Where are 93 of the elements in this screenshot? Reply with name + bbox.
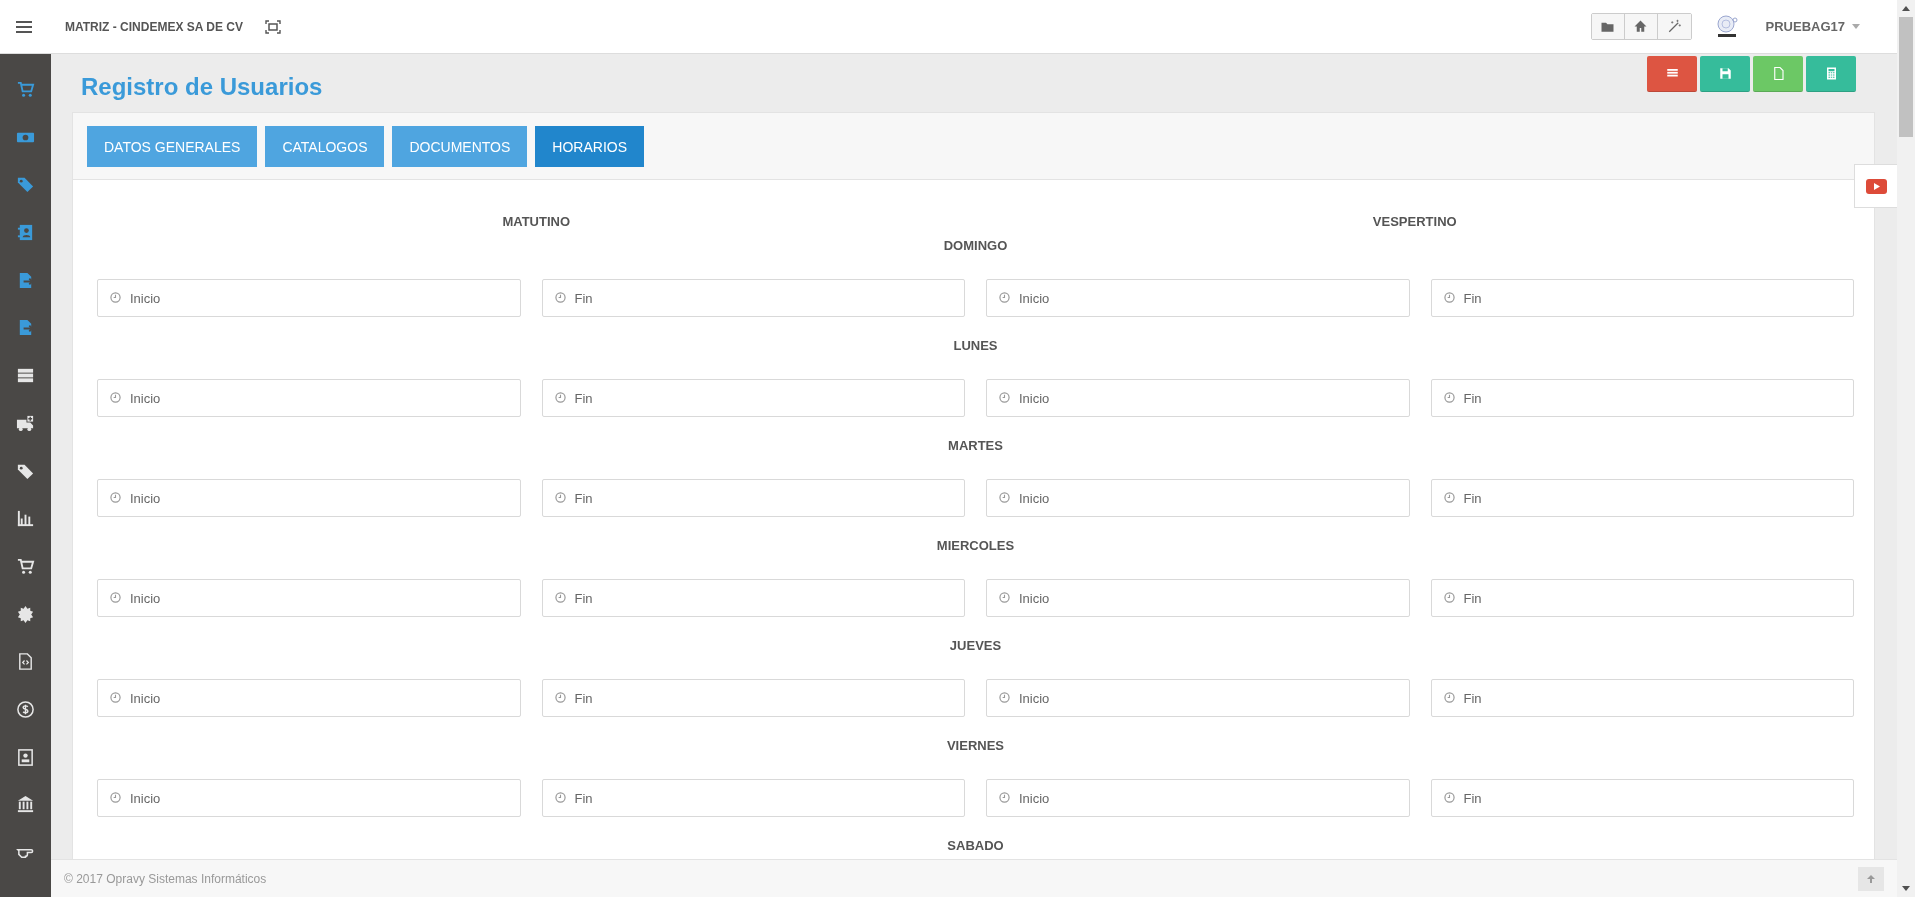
toolbar-button[interactable]: [1624, 14, 1658, 39]
action-button[interactable]: [1700, 56, 1750, 92]
home-icon: [1633, 19, 1649, 34]
time-field[interactable]: Fin: [1430, 379, 1854, 417]
day-heading: JUEVES: [949, 638, 1002, 653]
cart-icon[interactable]: [16, 556, 35, 576]
time-field[interactable]: Inicio: [97, 579, 521, 617]
tab[interactable]: HORARIOS: [535, 126, 645, 167]
clock-icon: [1443, 692, 1455, 703]
day-heading: MARTES: [948, 438, 1003, 453]
time-field[interactable]: Inicio: [97, 479, 521, 517]
time-field[interactable]: Fin: [1430, 679, 1854, 717]
tab[interactable]: DATOS GENERALES: [87, 126, 258, 167]
clock-icon: [1443, 592, 1455, 603]
time-field[interactable]: Fin: [541, 279, 965, 317]
time-field[interactable]: Fin: [541, 579, 965, 617]
magic-wand-icon: [1666, 19, 1682, 34]
id-card-icon[interactable]: [16, 747, 35, 767]
time-field[interactable]: Inicio: [986, 779, 1410, 817]
clock-icon: [1443, 792, 1455, 803]
day-heading: VIERNES: [946, 738, 1005, 753]
clock-icon: [110, 492, 121, 503]
clock-icon: [1443, 392, 1455, 403]
video-help-button[interactable]: [1854, 164, 1897, 208]
clock-icon: [554, 692, 566, 703]
action-button[interactable]: [1806, 56, 1856, 92]
toolbar-button[interactable]: [1591, 14, 1625, 39]
clock-icon: [554, 392, 566, 403]
menu-icon[interactable]: [14, 19, 34, 34]
time-field[interactable]: Fin: [1430, 479, 1854, 517]
action-button[interactable]: [1647, 56, 1697, 92]
tab[interactable]: CATALOGOS: [265, 126, 385, 167]
company-name: MATRIZ - CINDEMEX SA DE CV: [65, 19, 243, 34]
scroll-up-arrow-icon[interactable]: [1902, 6, 1910, 11]
clock-icon: [554, 492, 566, 503]
footer-copyright: © 2017 Opravy Sistemas Informáticos: [64, 871, 268, 886]
time-field[interactable]: Fin: [541, 479, 965, 517]
day-heading: DOMINGO: [943, 238, 1008, 253]
cart-icon[interactable]: [16, 80, 35, 99]
clock-icon: [110, 392, 121, 403]
time-field[interactable]: Inicio: [986, 679, 1410, 717]
day-heading: LUNES: [953, 338, 998, 353]
clock-icon: [110, 292, 121, 303]
time-field[interactable]: Inicio: [986, 579, 1410, 617]
clock-icon: [999, 292, 1010, 303]
scroll-top-button[interactable]: [1858, 866, 1884, 891]
code-file-icon[interactable]: [16, 652, 35, 672]
clock-icon: [1443, 292, 1455, 303]
fullscreen-icon[interactable]: [265, 19, 281, 34]
ambulance-icon[interactable]: [16, 413, 35, 433]
clock-icon: [110, 592, 121, 603]
shift-heading: VESPERTINO: [1372, 214, 1457, 229]
clock-icon: [110, 792, 121, 803]
tab[interactable]: DOCUMENTOS: [392, 126, 528, 167]
time-field[interactable]: Fin: [541, 779, 965, 817]
play-icon: [1865, 178, 1887, 194]
clock-icon: [554, 292, 566, 303]
day-heading: SABADO: [947, 838, 1004, 853]
clock-icon: [999, 692, 1010, 703]
time-field[interactable]: Inicio: [97, 379, 521, 417]
time-field[interactable]: Fin: [541, 679, 965, 717]
time-field[interactable]: Inicio: [97, 779, 521, 817]
page-title: Registro de Usuarios: [81, 73, 324, 101]
clock-icon: [999, 792, 1010, 803]
clock-icon: [554, 592, 566, 603]
clock-icon: [999, 592, 1010, 603]
time-field[interactable]: Fin: [1430, 779, 1854, 817]
time-field[interactable]: Fin: [1430, 579, 1854, 617]
clock-icon: [1443, 492, 1455, 503]
scroll-down-arrow-icon[interactable]: [1902, 886, 1910, 891]
clock-icon: [110, 692, 121, 703]
time-field[interactable]: Inicio: [986, 379, 1410, 417]
bank-icon[interactable]: [16, 795, 35, 815]
day-heading: MIERCOLES: [936, 538, 1015, 553]
caret-icon: [1852, 24, 1860, 29]
time-field[interactable]: Inicio: [986, 279, 1410, 317]
time-field[interactable]: Inicio: [97, 279, 521, 317]
time-field[interactable]: Fin: [541, 379, 965, 417]
time-field[interactable]: Fin: [1430, 279, 1854, 317]
clock-icon: [554, 792, 566, 803]
clock-icon: [999, 392, 1010, 403]
time-field[interactable]: Inicio: [986, 479, 1410, 517]
clock-icon: [999, 492, 1010, 503]
seal-icon[interactable]: [16, 604, 35, 624]
dollar-coin-icon[interactable]: [16, 699, 35, 719]
bar-chart-icon[interactable]: [16, 509, 35, 529]
time-field[interactable]: Inicio: [97, 679, 521, 717]
user-menu[interactable]: PRUEBAG17: [1759, 18, 1866, 35]
scroll-thumb[interactable]: [1899, 17, 1913, 137]
tag-icon[interactable]: [16, 175, 35, 195]
arrow-up-icon: [1866, 873, 1876, 884]
shift-heading: MATUTINO: [502, 214, 571, 229]
contact-book-icon[interactable]: [16, 223, 35, 243]
